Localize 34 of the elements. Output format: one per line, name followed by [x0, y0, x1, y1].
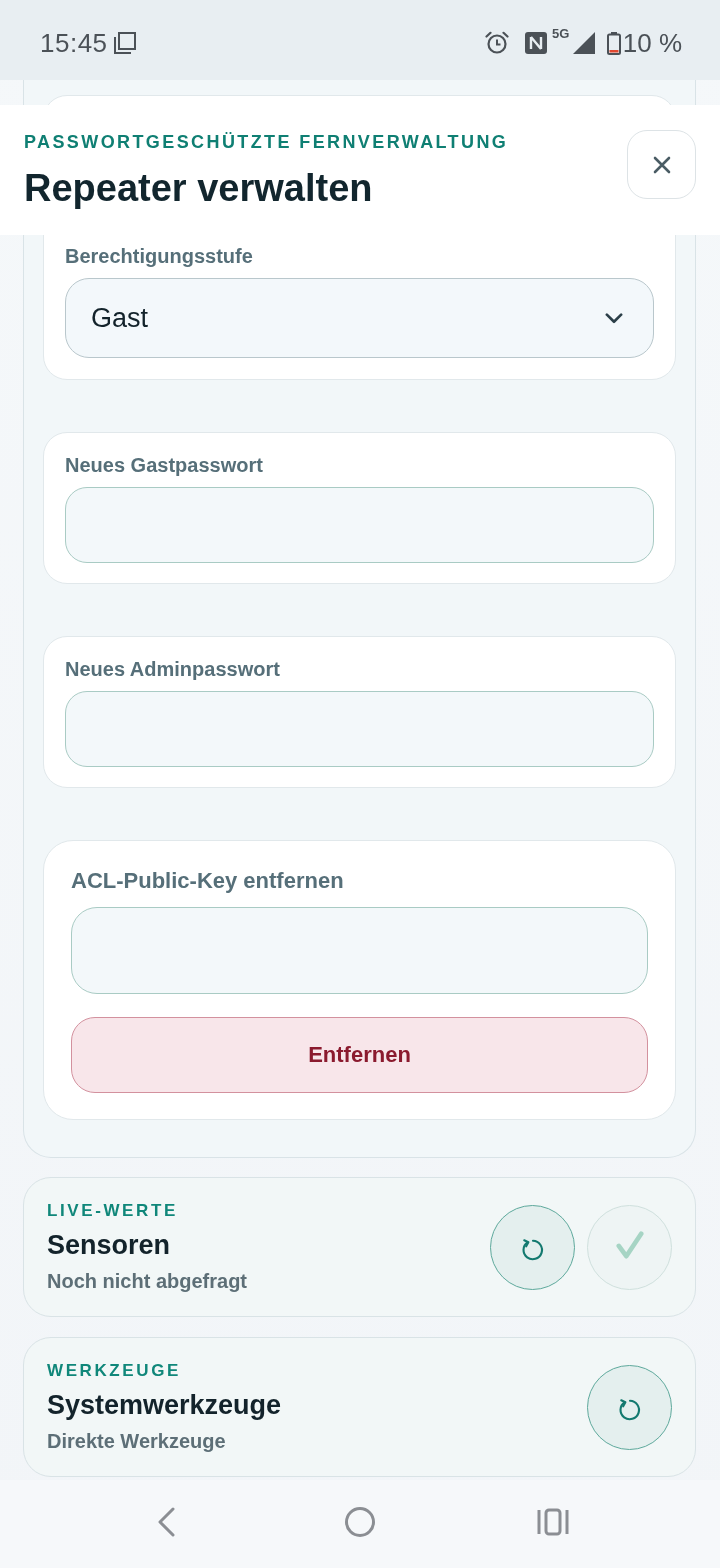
input-field[interactable]	[65, 487, 654, 563]
header-kicker: PASSWORTGESCHÜTZTE FERNVERWALTUNG	[24, 131, 509, 153]
section-subtitle: Direkte Werkzeuge	[47, 1429, 227, 1454]
remove-button[interactable]: Entfernen	[71, 1017, 648, 1093]
field-label: Neues Adminpasswort	[65, 657, 281, 681]
copy-icon	[113, 32, 136, 54]
input-field[interactable]	[71, 907, 648, 994]
select-field[interactable]: Gast	[65, 278, 654, 358]
close-icon	[652, 155, 671, 174]
status-time: 15:45	[40, 27, 108, 59]
battery-percent: 10 %	[622, 27, 682, 59]
alarm-clock-icon	[484, 31, 509, 55]
refresh-icon	[520, 1238, 545, 1262]
network-type: 5G	[551, 25, 571, 41]
section-kicker: LIVE-WERTE	[47, 1200, 179, 1222]
nfc-icon	[524, 32, 547, 54]
section-subtitle: Noch nicht abgefragt	[47, 1269, 247, 1294]
field-label: Neues Gastpasswort	[65, 453, 264, 477]
field-label: Berechtigungsstufe	[65, 244, 254, 268]
home-icon[interactable]	[344, 1506, 376, 1538]
chevron-down-icon	[605, 312, 623, 324]
input-field[interactable]	[65, 691, 654, 767]
recent-apps-icon[interactable]	[537, 1508, 569, 1536]
checkmark-icon	[615, 1231, 644, 1259]
battery-icon	[606, 31, 621, 55]
section-title: Sensoren	[47, 1229, 172, 1262]
signal-icon	[572, 32, 595, 54]
section-title: Systemwerkzeuge	[47, 1389, 282, 1422]
dialog-title: Repeater verwalten	[24, 166, 374, 211]
back-icon[interactable]	[157, 1507, 175, 1537]
close-button[interactable]	[627, 130, 696, 199]
refresh-icon	[617, 1398, 642, 1422]
field-label: ACL-Public-Key entfernen	[71, 867, 345, 894]
section-kicker: WERKZEUGE	[47, 1360, 182, 1382]
